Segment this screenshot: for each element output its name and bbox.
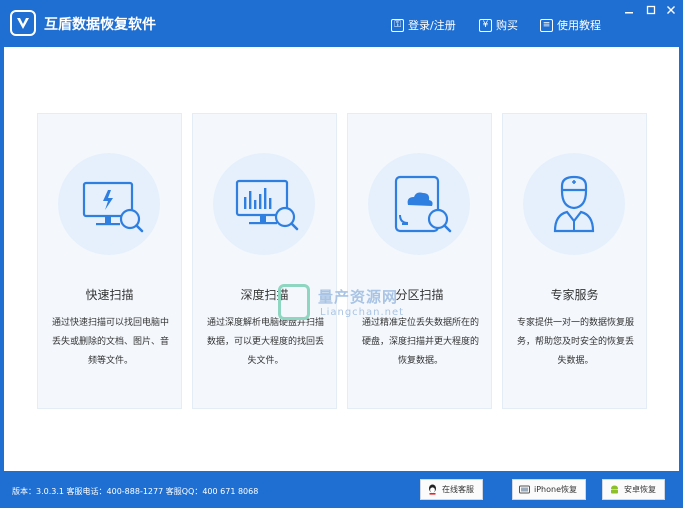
online-service-label: 在线客服 [442,485,474,494]
tutorial-link[interactable]: ≡ 使用教程 [540,17,601,33]
maximize-icon [646,5,656,15]
partition-scan-circle [368,153,470,255]
doctor-icon [553,175,595,233]
expert-service-card[interactable]: 专家服务 专家提供一对一的数据恢复服务，帮助您及时安全的恢复丢失数据。 [502,113,647,409]
maximize-button[interactable] [642,3,660,17]
yen-icon: ¥ [479,18,492,32]
title-bar: 互盾数据恢复软件 ⚿ 登录/注册 ¥ 购买 ≡ 使用教程 [0,0,683,47]
status-bar: 版本：3.0.3.1 客服电话：400-888-1277 客服QQ：400 67… [0,471,683,508]
minimize-icon [625,12,633,14]
document-icon: ≡ [540,18,553,32]
android-icon [609,484,620,495]
android-recovery-label: 安卓恢复 [624,485,656,494]
app-logo-icon [10,10,36,36]
disk-cloud-search-icon [394,175,452,233]
quick-scan-circle [58,153,160,255]
close-icon [667,6,675,14]
monitor-lightning-search-icon [82,181,144,233]
key-icon: ⚿ [391,18,404,32]
iphone-recovery-label: iPhone恢复 [534,485,578,494]
quick-scan-desc: 通过快速扫描可以找回电脑中丢失或删除的文档、图片、音频等文件。 [51,318,169,366]
minimize-button[interactable] [620,3,638,17]
main-content: 快速扫描 通过快速扫描可以找回电脑中丢失或删除的文档、图片、音频等文件。 深度扫… [4,47,679,471]
expert-service-circle [523,153,625,255]
watermark-subtitle: Liangchan.net [320,307,405,318]
watermark: 量产资源网 Liangchan.net [278,284,428,324]
expert-service-desc: 专家提供一对一的数据恢复服务，帮助您及时安全的恢复丢失数据。 [516,318,634,366]
iphone-recovery-button[interactable]: iPhone恢复 [512,479,587,500]
monitor-chart-search-icon [235,179,299,231]
quick-scan-title: 快速扫描 [85,288,134,302]
deep-scan-card[interactable]: 深度扫描 通过深度解析电脑硬盘并扫描数据，可以更大程度的找回丢失文件。 [192,113,337,409]
iphone-icon [519,484,530,495]
buy-link[interactable]: ¥ 购买 [479,17,518,33]
deep-scan-circle [213,153,315,255]
qq-icon [427,484,438,495]
login-register-label: 登录/注册 [408,19,456,32]
partition-scan-card[interactable]: 分区扫描 通过精准定位丢失数据所在的硬盘，深度扫描并更大程度的恢复数据。 [347,113,492,409]
android-recovery-button[interactable]: 安卓恢复 [602,479,665,500]
online-service-button[interactable]: 在线客服 [420,479,483,500]
login-register-link[interactable]: ⚿ 登录/注册 [391,17,456,33]
expert-service-title: 专家服务 [550,288,599,302]
buy-label: 购买 [496,19,518,32]
app-title: 互盾数据恢复软件 [44,17,156,33]
quick-scan-card[interactable]: 快速扫描 通过快速扫描可以找回电脑中丢失或删除的文档、图片、音频等文件。 [37,113,182,409]
version-contact-info: 版本：3.0.3.1 客服电话：400-888-1277 客服QQ：400 67… [12,487,259,496]
app-window: 互盾数据恢复软件 ⚿ 登录/注册 ¥ 购买 ≡ 使用教程 快速扫描 通过快速扫描… [0,0,683,508]
watermark-logo-icon [278,284,310,320]
tutorial-label: 使用教程 [557,19,601,32]
close-button[interactable] [662,3,680,17]
watermark-title: 量产资源网 [318,288,399,306]
